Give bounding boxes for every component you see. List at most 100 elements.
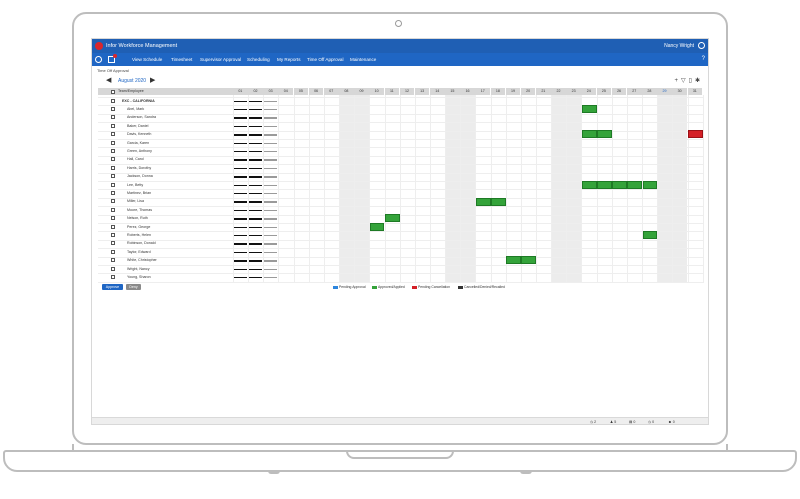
employee-name[interactable]: White, Christopher bbox=[127, 256, 157, 264]
employee-name[interactable]: Baker, Daniel bbox=[127, 122, 148, 130]
nav-item[interactable]: View Schedule bbox=[132, 53, 162, 66]
settings-gear-icon[interactable]: ✱ bbox=[695, 78, 703, 84]
month-label[interactable]: August 2020 bbox=[118, 76, 146, 86]
approved-timeoff-block[interactable] bbox=[597, 180, 612, 189]
prev-month-icon[interactable]: ◀ bbox=[106, 76, 111, 86]
user-name[interactable]: Nancy Wright bbox=[664, 41, 694, 51]
day-header: 01 bbox=[233, 88, 248, 95]
approved-timeoff-block[interactable] bbox=[612, 180, 627, 189]
day-header: 24 bbox=[581, 88, 597, 95]
nav-item[interactable]: Supervisor Approval bbox=[200, 53, 241, 66]
row-checkbox[interactable] bbox=[111, 106, 115, 111]
row-checkbox[interactable] bbox=[111, 132, 115, 137]
group-checkbox[interactable] bbox=[111, 98, 115, 103]
row-checkbox[interactable] bbox=[111, 274, 115, 279]
status-item[interactable]: ♟ 5 bbox=[610, 419, 616, 424]
summary-bar bbox=[264, 260, 278, 262]
approved-timeoff-block[interactable] bbox=[491, 197, 506, 206]
employee-name[interactable]: Hall, Carol bbox=[127, 155, 144, 163]
employee-name[interactable]: Roberts, Helen bbox=[127, 231, 151, 239]
nav-item[interactable]: Maintenance bbox=[350, 53, 376, 66]
row-checkbox[interactable] bbox=[111, 190, 115, 195]
laptop-foot bbox=[268, 470, 280, 474]
approved-timeoff-block[interactable] bbox=[581, 130, 597, 139]
employee-name[interactable]: Robinson, Donald bbox=[127, 239, 156, 247]
row-checkbox[interactable] bbox=[111, 241, 115, 246]
status-item[interactable]: ☻ 0 bbox=[668, 419, 675, 424]
employee-name[interactable]: Martinez, Brian bbox=[127, 189, 151, 197]
employee-name[interactable]: Perez, George bbox=[127, 223, 150, 231]
approve-button[interactable]: Approve bbox=[102, 284, 123, 290]
nav-item[interactable]: Time Off Approval bbox=[307, 53, 344, 66]
pending-cancellation-block[interactable] bbox=[688, 130, 703, 139]
employee-name[interactable]: Lee, Betty bbox=[127, 181, 143, 189]
approved-timeoff-block[interactable] bbox=[642, 180, 658, 189]
approved-timeoff-block[interactable] bbox=[581, 105, 597, 114]
approved-timeoff-block[interactable] bbox=[475, 197, 491, 206]
approved-timeoff-block[interactable] bbox=[521, 256, 536, 265]
day-header: 12 bbox=[399, 88, 415, 95]
row-checkbox[interactable] bbox=[111, 258, 115, 263]
next-month-icon[interactable]: ▶ bbox=[150, 76, 155, 86]
row-checkbox[interactable] bbox=[111, 224, 115, 229]
summary-bar bbox=[234, 184, 248, 187]
row-checkbox[interactable] bbox=[111, 148, 115, 153]
row-checkbox[interactable] bbox=[111, 182, 115, 187]
approved-timeoff-block[interactable] bbox=[369, 222, 385, 231]
employee-name[interactable]: Davis, Kenneth bbox=[127, 130, 151, 138]
nav-item[interactable]: My Reports bbox=[277, 53, 301, 66]
filter-icon[interactable]: ▽ bbox=[681, 78, 689, 84]
status-item[interactable]: ▤ 0 bbox=[629, 419, 635, 424]
summary-bar bbox=[249, 176, 263, 178]
nav-item[interactable]: Timesheet bbox=[171, 53, 192, 66]
row-checkbox[interactable] bbox=[111, 207, 115, 212]
row-checkbox[interactable] bbox=[111, 266, 115, 271]
row-checkbox[interactable] bbox=[111, 249, 115, 254]
summary-bar bbox=[264, 142, 278, 145]
employee-name[interactable]: Miller, Lisa bbox=[127, 197, 144, 205]
approved-timeoff-block[interactable] bbox=[627, 180, 643, 189]
sign-out-icon[interactable] bbox=[698, 42, 705, 49]
employee-name[interactable]: Anderson, Sandra bbox=[127, 113, 156, 121]
deny-button[interactable]: Deny bbox=[126, 284, 141, 290]
employee-name[interactable]: Moore, Thomas bbox=[127, 206, 152, 214]
row-line bbox=[98, 223, 703, 224]
summary-bar bbox=[249, 251, 263, 254]
row-checkbox[interactable] bbox=[111, 157, 115, 162]
employee-name[interactable]: Taylor, Edward bbox=[127, 248, 151, 256]
row-checkbox[interactable] bbox=[111, 115, 115, 120]
row-checkbox[interactable] bbox=[111, 216, 115, 221]
status-item[interactable]: ◷ 2 bbox=[590, 419, 596, 424]
summary-bar bbox=[264, 243, 278, 245]
employee-name[interactable]: Harris, Dorothy bbox=[127, 164, 151, 172]
status-item[interactable]: ◷ 0 bbox=[648, 419, 654, 424]
approved-timeoff-block[interactable] bbox=[597, 130, 612, 139]
employee-name[interactable]: Garcia, Karen bbox=[127, 139, 149, 147]
help-icon[interactable]: ? bbox=[702, 53, 705, 66]
home-icon[interactable] bbox=[95, 56, 102, 63]
employee-name[interactable]: Young, Sharon bbox=[127, 273, 151, 281]
employee-name[interactable]: Wright, Nancy bbox=[127, 265, 150, 273]
employee-name[interactable]: Abel, Mark bbox=[127, 105, 144, 113]
approved-timeoff-block[interactable] bbox=[385, 214, 400, 223]
group-name: EXC - CALIFORNIA bbox=[122, 98, 155, 103]
row-checkbox[interactable] bbox=[111, 165, 115, 170]
approved-timeoff-block[interactable] bbox=[506, 256, 521, 265]
row-checkbox[interactable] bbox=[111, 123, 115, 128]
row-checkbox[interactable] bbox=[111, 199, 115, 204]
summary-bar bbox=[249, 209, 263, 212]
approved-timeoff-block[interactable] bbox=[581, 180, 597, 189]
summary-bar bbox=[234, 159, 248, 161]
approved-timeoff-block[interactable] bbox=[642, 231, 658, 240]
employee-name[interactable]: Jackson, Donna bbox=[127, 172, 153, 180]
row-checkbox[interactable] bbox=[111, 174, 115, 179]
laptop-notch bbox=[346, 450, 454, 459]
nav-item[interactable]: Scheduling bbox=[247, 53, 270, 66]
summary-bar bbox=[264, 167, 278, 170]
row-checkbox[interactable] bbox=[111, 232, 115, 237]
day-header: 19 bbox=[505, 88, 521, 95]
select-all-checkbox[interactable] bbox=[111, 89, 115, 94]
employee-name[interactable]: Nelson, Ruth bbox=[127, 214, 148, 222]
employee-name[interactable]: Green, Anthony bbox=[127, 147, 152, 155]
row-checkbox[interactable] bbox=[111, 140, 115, 145]
